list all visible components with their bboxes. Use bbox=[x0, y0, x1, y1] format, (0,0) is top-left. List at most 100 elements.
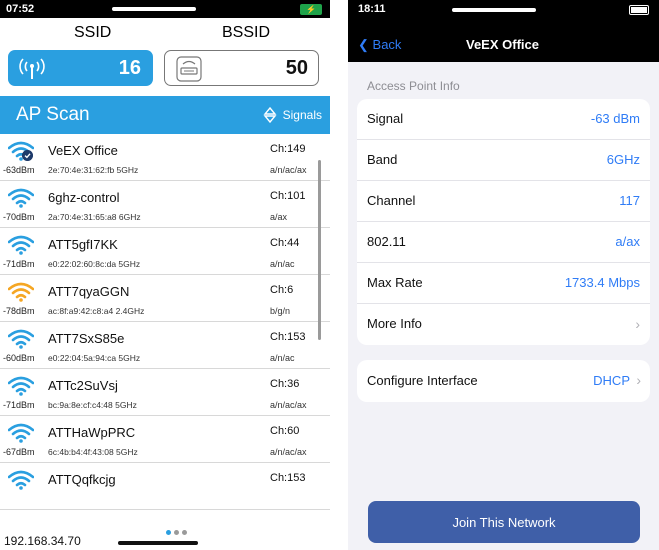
chevron-right-icon: › bbox=[636, 372, 641, 388]
connected-check-icon bbox=[22, 150, 33, 161]
wifi-icon bbox=[8, 470, 34, 490]
home-indicator bbox=[118, 541, 198, 545]
wifi-icon bbox=[8, 188, 34, 208]
chevron-left-icon: ❮ bbox=[358, 37, 369, 52]
count-row: 16 50 bbox=[8, 50, 319, 86]
network-channel: Ch:101 bbox=[270, 190, 306, 202]
wifi-icon bbox=[19, 58, 45, 79]
join-network-button[interactable]: Join This Network bbox=[368, 501, 640, 543]
network-ssid: 6ghz-control bbox=[48, 190, 120, 205]
info-value: -63 dBm bbox=[590, 111, 640, 126]
ap-scan-header: AP Scan Signals bbox=[0, 96, 330, 134]
signal-strength: -70dBm bbox=[3, 212, 35, 222]
network-bssid: 6c:4b:b4:4f:43:08 5GHz bbox=[48, 447, 138, 457]
network-bssid: bc:9a:8e:cf:c4:48 5GHz bbox=[48, 400, 137, 410]
network-channel: Ch:60 bbox=[270, 425, 300, 437]
page-indicator bbox=[166, 530, 187, 535]
status-bar: 07:52 ⚡ bbox=[0, 0, 330, 18]
ap-scan-screen: 07:52 ⚡ SSID BSSID 16 50 AP Scan Signals… bbox=[0, 0, 330, 550]
sort-label: Signals bbox=[282, 108, 322, 122]
network-detail-screen: 18:11 ❮ Back VeEX Office Access Point In… bbox=[348, 0, 659, 550]
network-ssid: ATT7SxS85e bbox=[48, 331, 125, 346]
bssid-count-tile[interactable]: 50 bbox=[164, 50, 319, 86]
signal-strength: -67dBm bbox=[3, 447, 35, 457]
network-standard: b/g/n bbox=[270, 306, 291, 316]
network-ssid: VeEX Office bbox=[48, 143, 118, 158]
network-standard: a/n/ac bbox=[270, 259, 295, 269]
wifi-icon bbox=[8, 235, 34, 255]
section-label: Access Point Info bbox=[367, 79, 460, 93]
network-bssid: ac:8f:a9:42:c8:a4 2.4GHz bbox=[48, 306, 145, 316]
network-ssid: ATTHaWpPRC bbox=[48, 425, 136, 440]
back-label: Back bbox=[372, 37, 402, 52]
network-row[interactable]: -70dBm 6ghz-control 2a:70:4e:31:65:a8 6GHz… bbox=[0, 181, 330, 228]
info-label: Channel bbox=[367, 193, 416, 208]
sort-button[interactable]: Signals bbox=[263, 107, 322, 123]
network-row[interactable]: -78dBm ATT7qyaGGN ac:8f:a9:42:c8:a4 2.4GHz… bbox=[0, 275, 330, 322]
bssid-header: BSSID bbox=[222, 24, 271, 41]
access-point-info-card: Signal -63 dBm Band 6GHz Channel 117 802.11 a/a… bbox=[357, 99, 650, 345]
network-bssid: e0:22:02:60:8c:da 5GHz bbox=[48, 259, 141, 269]
network-bssid: 2e:70:4e:31:62:fb 5GHz bbox=[48, 165, 139, 175]
network-row[interactable]: -60dBm ATT7SxS85e e0:22:04:5a:94:ca 5GHz Ch… bbox=[0, 322, 330, 369]
info-label: Band bbox=[367, 152, 398, 167]
network-ssid: ATT7qyaGGN bbox=[48, 284, 130, 299]
battery-icon: ⚡ bbox=[300, 4, 322, 15]
info-row-802-11: 802.11 a/ax bbox=[357, 222, 650, 263]
network-channel: Ch:153 bbox=[270, 472, 306, 484]
ssid-count: 16 bbox=[118, 56, 141, 79]
nav-bar: 18:11 ❮ Back VeEX Office bbox=[348, 0, 659, 62]
back-button[interactable]: ❮ Back bbox=[358, 37, 401, 53]
signal-strength: -63dBm bbox=[3, 165, 35, 175]
info-value: a/ax bbox=[615, 234, 640, 249]
status-bar: 18:11 bbox=[348, 0, 659, 20]
ssid-count-tile[interactable]: 16 bbox=[8, 50, 153, 86]
router-icon bbox=[176, 56, 202, 82]
bssid-count: 50 bbox=[285, 56, 308, 79]
info-label: More Info bbox=[367, 316, 422, 331]
dynamic-island bbox=[452, 8, 536, 12]
network-standard: a/ax bbox=[270, 212, 288, 222]
page-dot bbox=[174, 530, 179, 535]
network-standard: a/n/ac/ax bbox=[270, 165, 307, 175]
network-row[interactable]: -71dBm ATTc2SuVsj bc:9a:8e:cf:c4:48 5GHz Ch… bbox=[0, 369, 330, 416]
battery-icon bbox=[629, 5, 649, 15]
scrollbar[interactable] bbox=[318, 160, 321, 340]
sort-icon bbox=[263, 107, 277, 123]
info-row-signal: Signal -63 dBm bbox=[357, 99, 650, 140]
network-row[interactable]: ATTQqfkcjg Ch:153 bbox=[0, 463, 330, 510]
page-title: AP Scan bbox=[16, 104, 90, 125]
wifi-icon bbox=[8, 329, 34, 349]
info-row-more-info[interactable]: More Info › bbox=[357, 304, 650, 345]
configure-interface-row[interactable]: Configure Interface DHCP › bbox=[357, 360, 650, 402]
signal-strength: -60dBm bbox=[3, 353, 35, 363]
network-row[interactable]: -71dBm ATT5gfI7KK e0:22:02:60:8c:da 5GHz Ch… bbox=[0, 228, 330, 275]
info-value: 1733.4 Mbps bbox=[564, 275, 640, 290]
configure-value: DHCP bbox=[593, 373, 630, 388]
screenshot-stage: 07:52 ⚡ SSID BSSID 16 50 AP Scan Signals… bbox=[0, 0, 659, 550]
network-standard: a/n/ac/ax bbox=[270, 447, 307, 457]
network-row[interactable]: -63dBm VeEX Office 2e:70:4e:31:62:fb 5GHz C… bbox=[0, 134, 330, 181]
network-list[interactable]: -63dBm VeEX Office 2e:70:4e:31:62:fb 5GHz C… bbox=[0, 134, 330, 510]
page-dot bbox=[182, 530, 187, 535]
wifi-icon bbox=[8, 282, 34, 302]
status-time: 07:52 bbox=[6, 3, 35, 15]
info-label: Signal bbox=[367, 111, 404, 126]
network-standard: a/n/ac bbox=[270, 353, 295, 363]
network-channel: Ch:44 bbox=[270, 237, 300, 249]
status-time: 18:11 bbox=[358, 3, 386, 15]
info-value: 6GHz bbox=[606, 152, 640, 167]
ip-address: 192.168.34.70 bbox=[4, 534, 85, 548]
network-channel: Ch:149 bbox=[270, 143, 306, 155]
wifi-icon bbox=[8, 376, 34, 396]
info-label: Max Rate bbox=[367, 275, 423, 290]
network-ssid: ATTc2SuVsj bbox=[48, 378, 118, 393]
configure-label: Configure Interface bbox=[367, 373, 478, 388]
wifi-icon bbox=[8, 423, 34, 443]
network-row[interactable]: -67dBm ATTHaWpPRC 6c:4b:b4:4f:43:08 5GHz Ch… bbox=[0, 416, 330, 463]
chevron-right-icon: › bbox=[635, 316, 640, 332]
signal-strength: -78dBm bbox=[3, 306, 35, 316]
network-channel: Ch:153 bbox=[270, 331, 306, 343]
network-bssid: 2a:70:4e:31:65:a8 6GHz bbox=[48, 212, 141, 222]
info-row-band: Band 6GHz bbox=[357, 140, 650, 181]
